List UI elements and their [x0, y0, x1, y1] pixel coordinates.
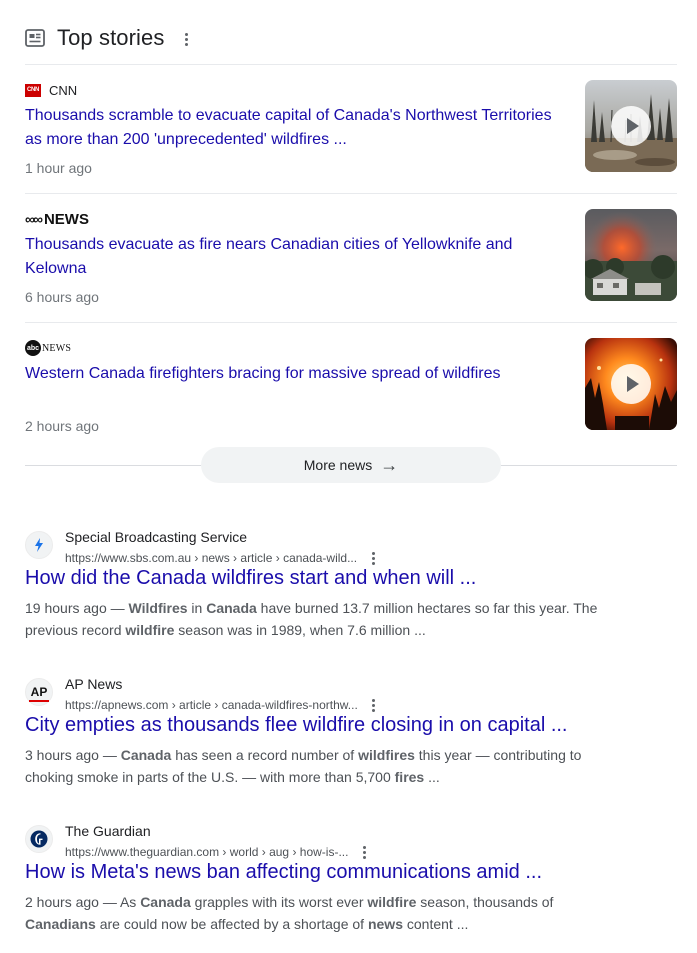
result-snippet: 19 hours ago — Wildfires in Canada have …: [25, 597, 625, 641]
guardian-logo-icon: [30, 830, 48, 848]
snippet-keyword: wildfire: [125, 622, 175, 638]
more-news-button[interactable]: More news →: [201, 447, 501, 483]
result-url-text: https://www.theguardian.com › world › au…: [65, 845, 349, 859]
story-time: 1 hour ago: [25, 160, 92, 176]
snippet-text: 2 hours ago — As: [25, 894, 141, 910]
top-stories-header: Top stories: [25, 22, 192, 54]
play-icon[interactable]: [611, 364, 651, 404]
snippet-text: content ...: [402, 916, 469, 932]
snippet-text: season, thousands of: [416, 894, 554, 910]
result-url[interactable]: https://www.sbs.com.au › news › article …: [65, 548, 379, 568]
snippet-text: in: [187, 600, 207, 616]
story-thumbnail[interactable]: [585, 338, 677, 430]
abc-news-us-logo-icon: abc NEWS: [25, 340, 71, 356]
story-source: abc NEWS: [25, 340, 71, 356]
story-source: ∞∞ NEWS: [25, 211, 89, 228]
snippet-keyword: news: [367, 916, 403, 932]
more-options-icon[interactable]: [180, 29, 192, 49]
snippet-text: has seen a record number of: [171, 747, 359, 763]
story-time: 6 hours ago: [25, 289, 99, 305]
newspaper-icon: [25, 29, 45, 47]
sbs-favicon: [25, 531, 53, 559]
story-headline[interactable]: Thousands scramble to evacuate capital o…: [25, 104, 565, 152]
story-time: 2 hours ago: [25, 418, 99, 434]
result-title[interactable]: How did the Canada wildfires start and w…: [25, 567, 476, 590]
result-url[interactable]: https://www.theguardian.com › world › au…: [65, 842, 370, 862]
story-card[interactable]: abc NEWS Western Canada firefighters bra…: [25, 322, 677, 434]
result-site-name[interactable]: Special Broadcasting Service: [65, 529, 247, 545]
result-title[interactable]: City empties as thousands flee wildfire …: [25, 714, 568, 737]
more-options-icon[interactable]: [368, 695, 380, 715]
snippet-text: are could now be affected by a shortage …: [95, 916, 368, 932]
story-thumbnail[interactable]: [585, 209, 677, 301]
snippet-keyword: Canada: [206, 600, 257, 616]
story-source: CNN CNN: [25, 82, 77, 98]
play-icon[interactable]: [611, 106, 651, 146]
sbs-logo-icon: [35, 538, 43, 552]
result-title[interactable]: How is Meta's news ban affecting communi…: [25, 861, 542, 884]
snippet-text: 3 hours ago —: [25, 747, 121, 763]
snippet-text: 19 hours ago —: [25, 600, 129, 616]
story-headline[interactable]: Western Canada firefighters bracing for …: [25, 362, 565, 386]
result-site-name[interactable]: The Guardian: [65, 823, 151, 839]
story-card[interactable]: CNN CNN Thousands scramble to evacuate c…: [25, 64, 677, 176]
result-site-name[interactable]: AP News: [65, 676, 122, 692]
guardian-favicon: [25, 825, 53, 853]
top-stories-title: Top stories: [57, 25, 165, 50]
snippet-keyword: Canada: [140, 894, 191, 910]
more-options-icon[interactable]: [367, 548, 379, 568]
ap-favicon: AP: [25, 678, 53, 706]
snippet-text: grapples with its worst ever: [190, 894, 368, 910]
arrow-right-icon: →: [380, 454, 399, 475]
story-source-name: NEWS: [42, 342, 72, 354]
story-thumbnail[interactable]: [585, 80, 677, 172]
snippet-keyword: Wildfires: [128, 600, 188, 616]
abc-circle-icon: abc: [25, 340, 41, 356]
result-url[interactable]: https://apnews.com › article › canada-wi…: [65, 695, 380, 715]
wildfire-city-image: [585, 209, 677, 301]
ap-logo-icon: AP: [28, 685, 49, 702]
story-source-name: CNN: [49, 82, 78, 98]
abc-wave-icon: ∞∞: [25, 211, 43, 227]
more-options-icon[interactable]: [358, 842, 370, 862]
snippet-keyword: wildfire: [367, 894, 417, 910]
snippet-keyword: Canada: [120, 747, 172, 763]
story-headline[interactable]: Thousands evacuate as fire nears Canadia…: [25, 233, 565, 281]
abc-news-logo-icon: ∞∞ NEWS: [25, 211, 89, 228]
result-url-text: https://www.sbs.com.au › news › article …: [65, 551, 358, 565]
story-source-name: NEWS: [43, 210, 89, 228]
snippet-keyword: wildfires: [358, 747, 415, 763]
story-card[interactable]: ∞∞ NEWS Thousands evacuate as fire nears…: [25, 193, 677, 305]
snippet-keyword: Canadians: [25, 916, 96, 932]
result-snippet: 2 hours ago — As Canada grapples with it…: [25, 891, 625, 935]
snippet-text: season was in 1989, when 7.6 million ...: [174, 622, 426, 638]
snippet-keyword: fires: [394, 769, 425, 785]
result-snippet: 3 hours ago — Canada has seen a record n…: [25, 744, 625, 788]
snippet-text: ...: [424, 769, 440, 785]
more-news-label: More news: [303, 457, 373, 473]
cnn-logo-icon: CNN: [25, 83, 41, 97]
result-url-text: https://apnews.com › article › canada-wi…: [65, 698, 358, 712]
